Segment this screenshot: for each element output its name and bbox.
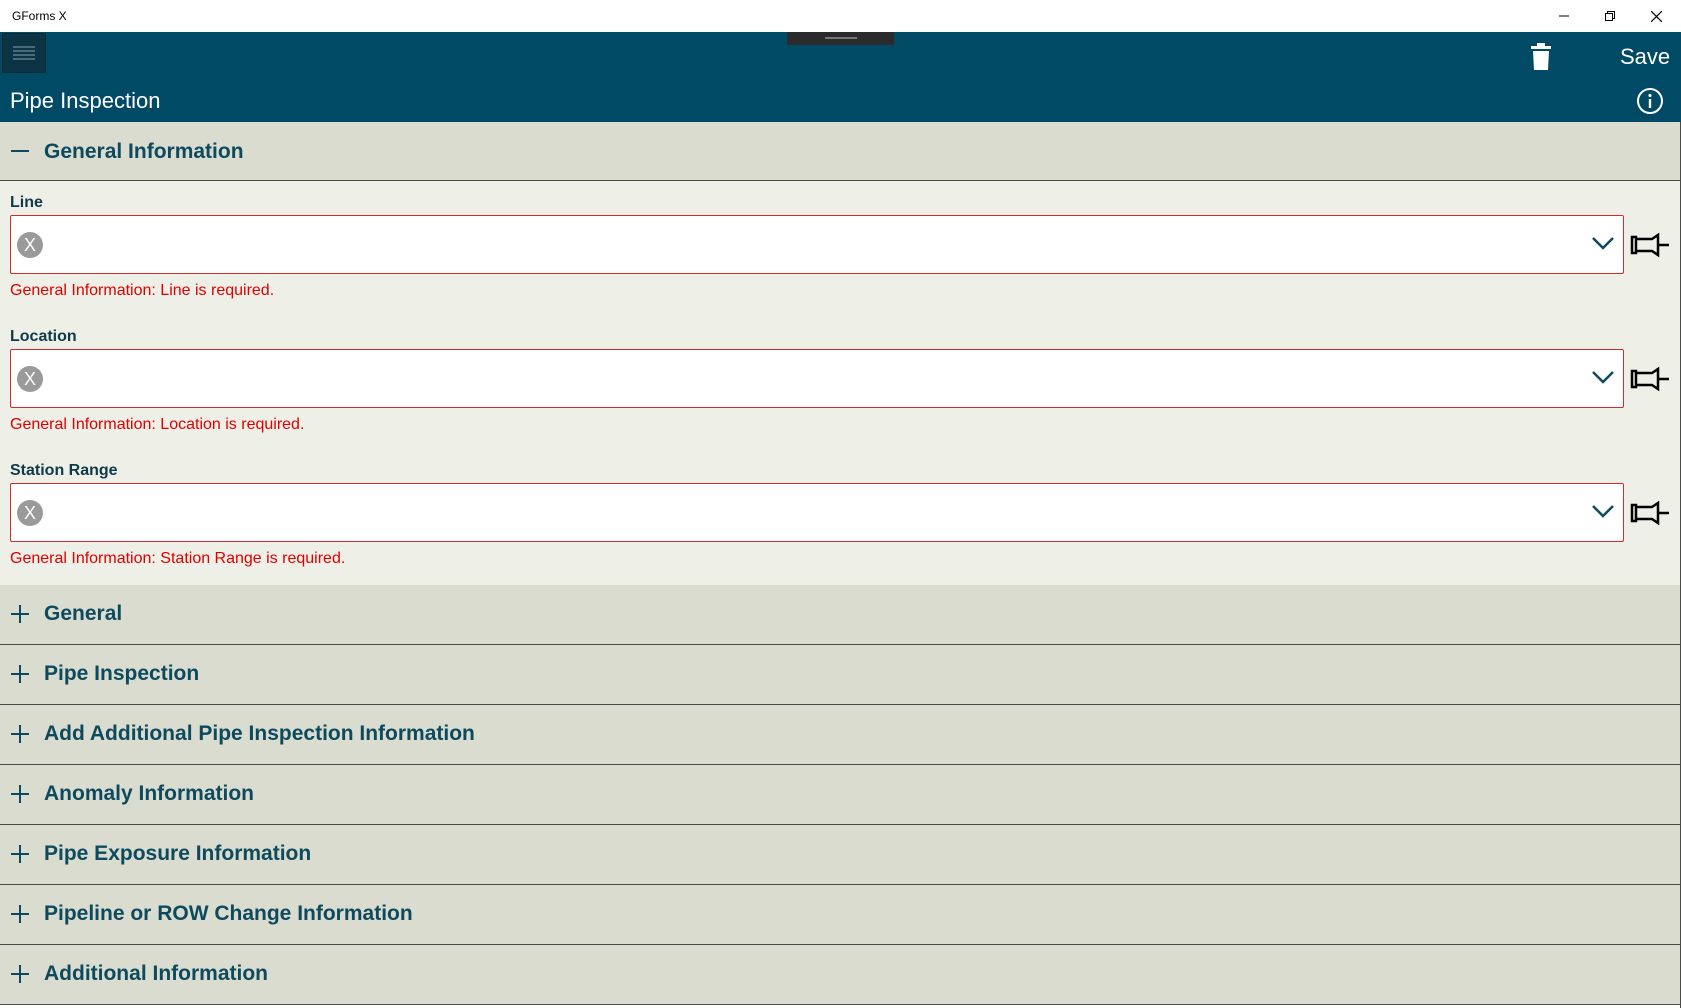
plus-icon xyxy=(11,605,29,623)
section-title: General xyxy=(44,602,123,625)
section-header-general-information[interactable]: General Information xyxy=(0,122,1680,181)
clear-icon[interactable]: X xyxy=(17,500,43,526)
section-header-general[interactable]: General xyxy=(0,585,1680,645)
plus-icon xyxy=(11,725,29,743)
section-header-pipeline-row-change[interactable]: Pipeline or ROW Change Information xyxy=(0,885,1680,945)
chevron-down-icon[interactable] xyxy=(1591,369,1615,385)
form-content: General Information Line X General Infor… xyxy=(0,122,1681,1008)
delete-button[interactable] xyxy=(1530,43,1552,71)
trash-icon xyxy=(1531,43,1551,70)
clear-icon[interactable]: X xyxy=(17,232,43,258)
info-button[interactable] xyxy=(1636,87,1664,115)
section-header-anomaly-information[interactable]: Anomaly Information xyxy=(0,765,1680,825)
form-title: Pipe Inspection xyxy=(10,88,161,113)
minimize-button[interactable] xyxy=(1541,0,1587,32)
location-select[interactable]: X xyxy=(10,349,1624,408)
app-header: Save Pipe Inspection xyxy=(0,32,1681,122)
plus-icon xyxy=(11,905,29,923)
section-header-pipe-exposure-information[interactable]: Pipe Exposure Information xyxy=(0,825,1680,885)
field-label-location: Location xyxy=(10,328,77,345)
close-icon xyxy=(1650,10,1662,22)
section-title: General Information xyxy=(44,140,244,163)
menu-button[interactable] xyxy=(2,33,46,73)
section-header-additional-pipe-inspection[interactable]: Add Additional Pipe Inspection Informati… xyxy=(0,705,1680,765)
pin-icon[interactable] xyxy=(1630,365,1670,393)
minus-icon xyxy=(11,150,29,152)
save-button[interactable]: Save xyxy=(1620,44,1670,70)
field-label-station-range: Station Range xyxy=(10,462,118,479)
station-range-select[interactable]: X xyxy=(10,483,1624,542)
section-title: Additional Information xyxy=(44,962,268,985)
section-title: Pipe Inspection xyxy=(44,662,200,685)
error-message-line: General Information: Line is required. xyxy=(10,282,275,299)
section-title: Add Additional Pipe Inspection Informati… xyxy=(44,722,475,745)
window-title: GForms X xyxy=(12,9,67,23)
plus-icon xyxy=(11,965,29,983)
close-button[interactable] xyxy=(1633,0,1679,32)
pin-icon[interactable] xyxy=(1630,499,1670,527)
window-titlebar: GForms X xyxy=(0,0,1681,32)
section-header-pipe-inspection[interactable]: Pipe Inspection xyxy=(0,645,1680,705)
drag-handle[interactable] xyxy=(787,32,894,45)
section-title: Anomaly Information xyxy=(44,782,255,805)
plus-icon xyxy=(11,785,29,803)
minimize-icon xyxy=(1559,15,1569,17)
hamburger-icon xyxy=(13,46,35,60)
error-message-station-range: General Information: Station Range is re… xyxy=(10,550,346,567)
pin-icon[interactable] xyxy=(1630,231,1670,259)
plus-icon xyxy=(11,665,29,683)
clear-icon[interactable]: X xyxy=(17,366,43,392)
section-title: Pipe Exposure Information xyxy=(44,842,312,865)
chevron-down-icon[interactable] xyxy=(1591,235,1615,251)
chevron-down-icon[interactable] xyxy=(1591,503,1615,519)
section-header-additional-information[interactable]: Additional Information xyxy=(0,945,1680,1005)
info-icon xyxy=(1637,88,1663,114)
plus-icon xyxy=(11,845,29,863)
restore-icon xyxy=(1605,11,1615,21)
section-body-general-information: Line X General Information: Line is requ… xyxy=(0,181,1680,585)
line-select[interactable]: X xyxy=(10,215,1624,274)
section-title: Pipeline or ROW Change Information xyxy=(44,902,413,925)
field-label-line: Line xyxy=(10,194,43,211)
error-message-location: General Information: Location is require… xyxy=(10,416,305,433)
restore-button[interactable] xyxy=(1587,0,1633,32)
